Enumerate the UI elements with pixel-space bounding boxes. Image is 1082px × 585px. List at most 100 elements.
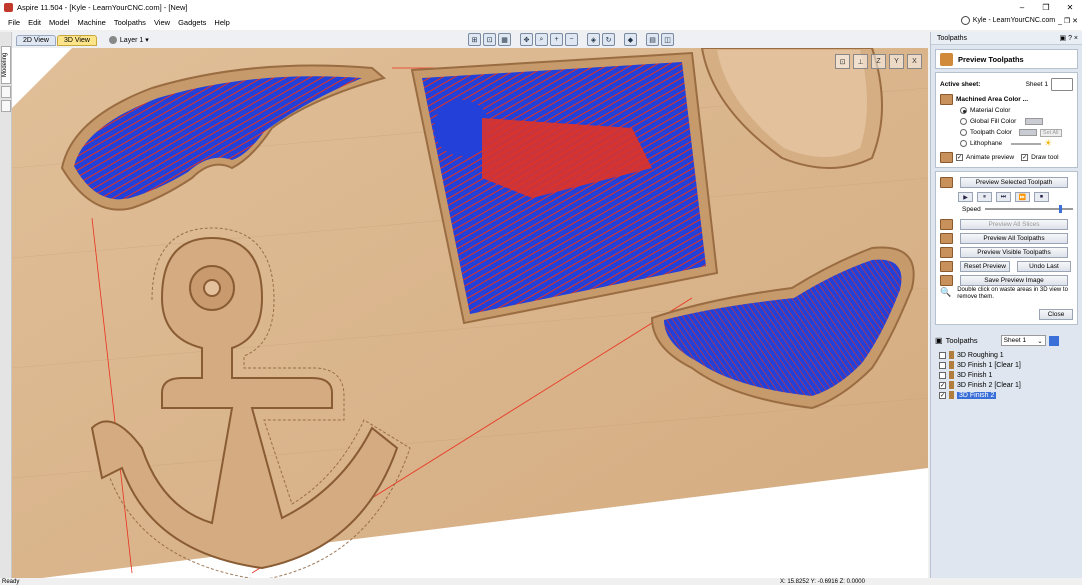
step-button[interactable]: ⏭ xyxy=(996,192,1011,202)
toolpath-checkbox[interactable] xyxy=(939,361,946,369)
active-sheet-label: Active sheet: xyxy=(940,80,981,88)
toolpath-checkbox[interactable]: ✓ xyxy=(939,381,946,389)
user-account[interactable]: Kyle - LearnYourCNC.com _ ❐ ✕ xyxy=(960,16,1078,25)
toolpath-item[interactable]: 3D Roughing 1 xyxy=(939,350,1078,360)
draw-tool-label: Draw tool xyxy=(1031,154,1059,161)
play-button[interactable]: ▶ xyxy=(958,192,973,202)
toolpath-checkbox[interactable] xyxy=(939,371,946,379)
material-settings-box: Active sheet: Sheet 1 Machined Area Colo… xyxy=(935,72,1078,168)
menu-help[interactable]: Help xyxy=(210,18,233,27)
tab-2d-view[interactable]: 2D View xyxy=(16,34,56,46)
view-z-icon[interactable]: Z xyxy=(871,54,886,69)
pause-button[interactable]: ⏸ xyxy=(977,192,992,202)
close-window-button[interactable]: ✕ xyxy=(1058,0,1082,15)
toolpath-icon xyxy=(949,371,954,379)
menu-toolpaths[interactable]: Toolpaths xyxy=(110,18,150,27)
panel-controls[interactable]: ▣ ? × xyxy=(1060,34,1078,42)
strip-button[interactable] xyxy=(1,86,11,98)
animate-preview-checkbox[interactable]: ✓ xyxy=(956,154,963,161)
save-preview-image-button[interactable]: Save Preview Image xyxy=(960,274,1068,286)
machined-area-title: Machined Area Color ... xyxy=(956,96,1028,103)
menu-file[interactable]: File xyxy=(4,18,24,27)
aspire-window: Aspire 11.504 - [Kyle - LearnYourCNC.com… xyxy=(0,0,1082,585)
slices-icon xyxy=(940,218,953,230)
view-iso-icon[interactable]: ⊥ xyxy=(853,54,868,69)
all-toolpaths-icon xyxy=(940,232,953,244)
menu-view[interactable]: View xyxy=(150,18,174,27)
fast-forward-button[interactable]: ⏩ xyxy=(1015,192,1030,202)
draw-tool-checkbox[interactable]: ✓ xyxy=(1021,154,1029,161)
modeling-tab[interactable]: Modeling xyxy=(1,46,11,84)
zoom-extents-icon[interactable]: ⊞ xyxy=(468,33,481,46)
viewport-scene xyxy=(12,48,928,578)
menu-model[interactable]: Model xyxy=(45,18,73,27)
toolpath-name: 3D Finish 2 xyxy=(957,391,997,399)
material-color-radio[interactable] xyxy=(960,107,967,114)
visible-toolpaths-icon xyxy=(940,246,953,258)
waste-hint: Double click on waste areas in 3D view t… xyxy=(957,287,1068,300)
lithophane-slider[interactable] xyxy=(1011,142,1042,145)
machined-area-icon xyxy=(940,94,953,105)
sheet-select[interactable]: Sheet 1 ⌄ xyxy=(1000,335,1046,346)
global-fill-radio[interactable] xyxy=(960,118,967,125)
user-label: Kyle - LearnYourCNC.com xyxy=(972,17,1056,24)
view-cube-icon[interactable]: ⊡ xyxy=(835,54,850,69)
menu-gadgets[interactable]: Gadgets xyxy=(174,18,210,27)
lithophane-radio[interactable] xyxy=(960,140,967,147)
global-fill-swatch[interactable] xyxy=(1025,118,1044,125)
toolpath-item[interactable]: ✓ 3D Finish 2 [Clear 1] xyxy=(939,380,1078,390)
toolpath-checkbox[interactable] xyxy=(939,351,946,359)
close-button[interactable]: Close xyxy=(1039,309,1073,320)
view-tools: ⊞ ⊡ ▦ ✥ ⌕ + − ◈ ↻ ◆ ▤ ◫ xyxy=(468,33,674,46)
set-all-button[interactable]: Set All xyxy=(1039,128,1062,137)
preview-all-button[interactable]: Preview All Toolpaths xyxy=(960,232,1068,244)
zoom-icon[interactable]: ⌕ xyxy=(535,33,548,46)
zoom-box-icon[interactable]: ⊡ xyxy=(483,33,496,46)
pan-icon[interactable]: ✥ xyxy=(520,33,533,46)
toolpath-item[interactable]: 3D Finish 1 xyxy=(939,370,1078,380)
toolpath-color-swatch[interactable] xyxy=(1018,129,1037,136)
grid-icon[interactable]: ▦ xyxy=(498,33,511,46)
toolpath-item-selected[interactable]: ✓ 3D Finish 2 xyxy=(939,390,1078,400)
toolpath-item[interactable]: 3D Finish 1 [Clear 1] xyxy=(939,360,1078,370)
toolpaths-panel: Toolpaths ▣ ? × Preview Toolpaths Active… xyxy=(930,32,1082,578)
layout-icon[interactable]: ▤ xyxy=(646,33,659,46)
zoom-out-icon[interactable]: − xyxy=(565,33,578,46)
rotate-icon[interactable]: ↻ xyxy=(602,33,615,46)
menu-machine[interactable]: Machine xyxy=(73,18,109,27)
panel-title: Toolpaths xyxy=(937,34,967,42)
preview-visible-button[interactable]: Preview Visible Toolpaths xyxy=(960,246,1068,258)
menu-edit[interactable]: Edit xyxy=(24,18,45,27)
strip-button[interactable] xyxy=(1,100,11,112)
view-y-icon[interactable]: Y xyxy=(889,54,904,69)
speed-knob[interactable] xyxy=(1058,205,1062,213)
minimize-button[interactable]: – xyxy=(1010,0,1034,15)
undo-last-button[interactable]: Undo Last xyxy=(1017,260,1071,272)
reset-preview-button[interactable]: Reset Preview xyxy=(960,260,1010,272)
light-icon[interactable]: ◆ xyxy=(624,33,637,46)
fit-view-icon[interactable]: ◈ xyxy=(587,33,600,46)
speed-label: Speed xyxy=(962,205,981,213)
speed-slider[interactable] xyxy=(984,205,1073,213)
toolpath-name: 3D Finish 2 [Clear 1] xyxy=(957,381,1021,389)
layer-selector[interactable]: Layer 1 ▾ xyxy=(108,36,149,44)
toolpaths-list-header: ▣ Toolpaths Sheet 1 ⌄ xyxy=(935,333,1078,348)
zoom-in-icon[interactable]: + xyxy=(550,33,563,46)
split-view-icon[interactable]: ◫ xyxy=(661,33,674,46)
preview-controls-box: Preview Selected Toolpath ▶ ⏸ ⏭ ⏩ ⏹ Spee… xyxy=(935,171,1078,325)
stop-button[interactable]: ⏹ xyxy=(1034,192,1049,202)
view-x-icon[interactable]: X xyxy=(907,54,922,69)
preview-selected-button[interactable]: Preview Selected Toolpath xyxy=(960,177,1068,188)
toolpath-color-radio[interactable] xyxy=(960,129,967,136)
toolpaths-list-title: Toolpaths xyxy=(945,336,978,345)
toolpaths-list: 3D Roughing 1 3D Finish 1 [Clear 1] 3D F… xyxy=(939,350,1078,400)
3d-viewport[interactable]: ⊡ ⊥ Z Y X xyxy=(12,48,928,578)
maximize-button[interactable]: ❐ xyxy=(1034,0,1058,15)
move-up-icon[interactable] xyxy=(1048,335,1059,346)
toolpath-name: 3D Finish 1 [Clear 1] xyxy=(957,361,1021,369)
sub-window-controls[interactable]: _ ❐ ✕ xyxy=(1058,17,1078,25)
toolpath-checkbox[interactable]: ✓ xyxy=(939,391,946,399)
preview-all-slices-button[interactable]: Preview All Slices xyxy=(960,218,1068,230)
material-setup-icon[interactable] xyxy=(1051,77,1073,91)
tab-3d-view[interactable]: 3D View xyxy=(56,34,97,46)
